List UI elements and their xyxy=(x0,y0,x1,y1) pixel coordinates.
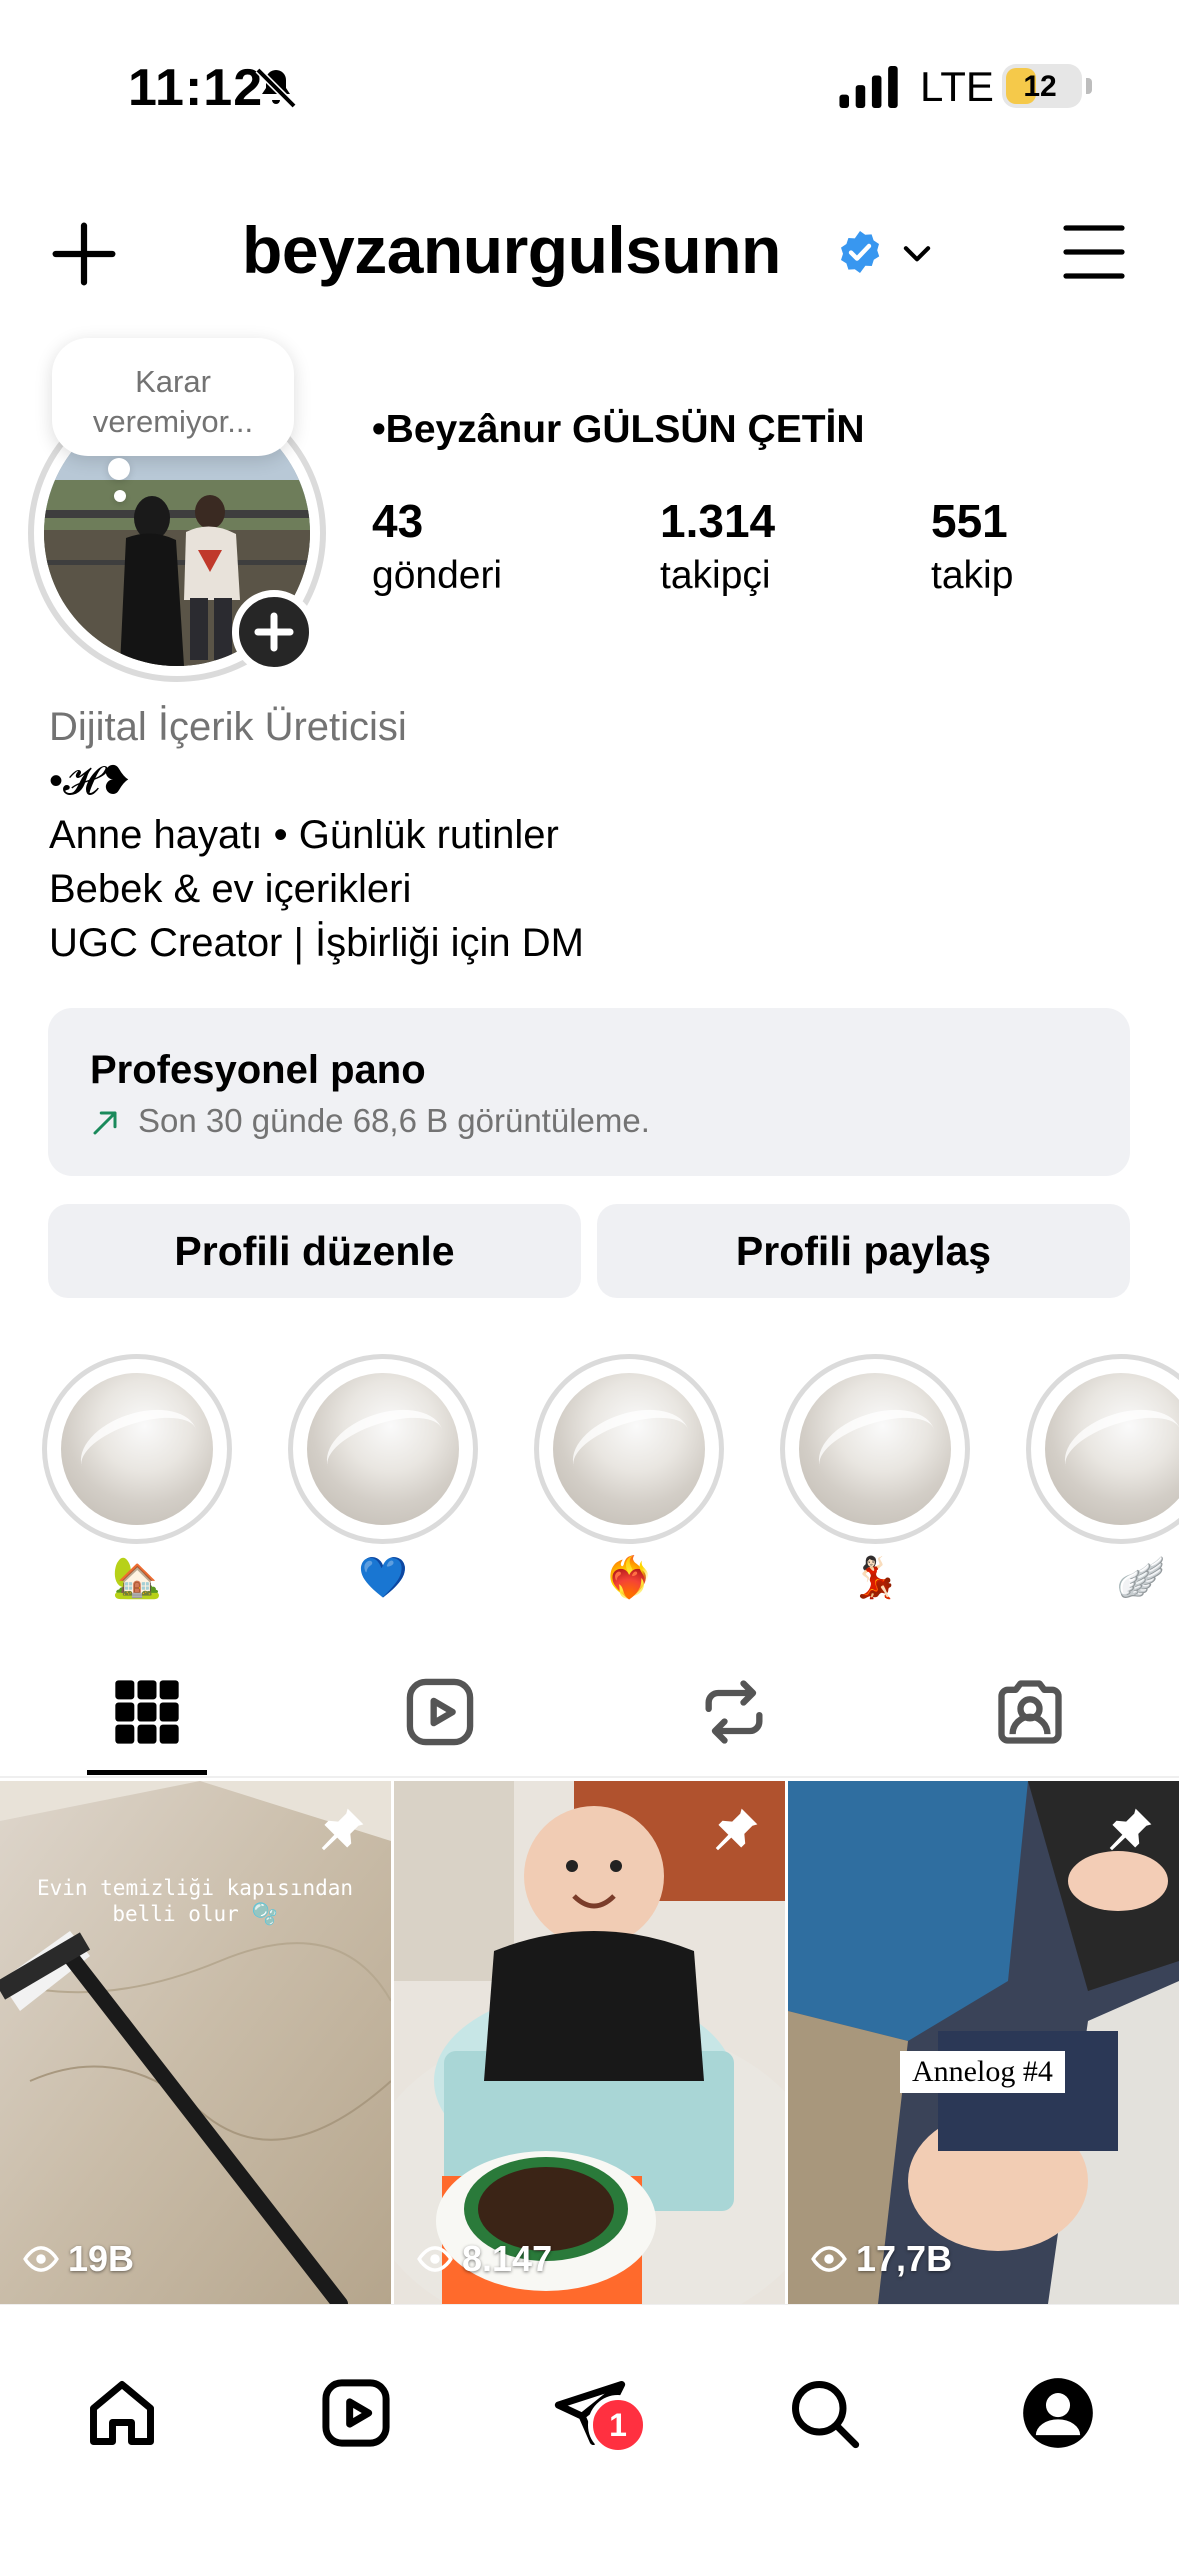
views-eye-icon xyxy=(417,2246,453,2272)
highlight-ring xyxy=(780,1354,970,1544)
highlight-ring xyxy=(534,1354,724,1544)
highlight-cover xyxy=(1045,1373,1179,1525)
plus-icon xyxy=(254,612,294,652)
stat-posts-label: gönderi xyxy=(372,554,503,597)
network-type: LTE xyxy=(920,63,994,110)
stat-followers[interactable]: 1.314 takipçi xyxy=(660,494,775,598)
highlight-label: 🪽 xyxy=(1116,1556,1166,1600)
views-eye-icon xyxy=(23,2246,59,2272)
highlight-cover xyxy=(799,1373,951,1525)
dashboard-title: Profesyonel pano xyxy=(90,1048,426,1092)
post-views-count: 19B xyxy=(68,2238,135,2279)
notification-badge: 1 xyxy=(588,2395,648,2455)
bio-line: •𝓗❥ xyxy=(49,759,133,803)
stat-following-value: 551 xyxy=(931,495,1008,547)
note-bubble-tail xyxy=(108,458,130,480)
pin-icon xyxy=(321,1808,364,1851)
battery-tip xyxy=(1086,78,1092,94)
highlight-ring xyxy=(42,1354,232,1544)
share-profile-button[interactable]: Profili paylaş xyxy=(597,1204,1130,1298)
chevron-down-icon[interactable] xyxy=(898,234,936,272)
stat-following-label: takip xyxy=(931,554,1014,597)
highlight-label: 🏡 xyxy=(112,1556,162,1600)
views-eye-icon xyxy=(811,2246,847,2272)
post-views-count: 8.147 xyxy=(462,2238,553,2279)
stat-followers-value: 1.314 xyxy=(660,495,776,547)
highlight-item[interactable]: 💙 xyxy=(288,1354,478,1601)
status-bar: 11:12 LTE 12 xyxy=(0,0,1179,150)
create-plus-icon[interactable] xyxy=(50,220,118,288)
reels-icon[interactable] xyxy=(318,2375,394,2451)
note-bubble[interactable]: Karar veremiyor... xyxy=(52,338,294,456)
tagged-tab-icon[interactable] xyxy=(992,1674,1068,1750)
stat-followers-label: takipçi xyxy=(660,554,771,597)
profile-icon[interactable] xyxy=(1020,2375,1096,2451)
note-bubble-tail-small xyxy=(114,490,126,502)
trend-up-arrow-icon xyxy=(93,1111,117,1135)
home-icon[interactable] xyxy=(84,2375,160,2451)
edit-profile-button[interactable]: Profili düzenle xyxy=(48,1204,581,1298)
post-image xyxy=(788,1781,1179,2304)
reposts-tab-icon[interactable] xyxy=(696,1674,772,1750)
pin-icon xyxy=(1109,1808,1152,1851)
search-icon[interactable] xyxy=(786,2375,862,2451)
highlight-label: ❤️‍🔥 xyxy=(604,1556,654,1600)
post-views: 19B xyxy=(22,2238,134,2280)
bio-line: Anne hayatı • Günlük rutinler xyxy=(49,813,559,857)
post-views: 17,7B xyxy=(810,2238,952,2280)
stat-posts[interactable]: 43 gönderi xyxy=(372,494,502,598)
verified-badge-icon xyxy=(841,231,880,273)
profile-bio: Dijital İçerik Üreticisi •𝓗❥ Anne hayatı… xyxy=(49,700,584,970)
post-overlay-text: Evin temizliği kapısından belli olur 🫧 xyxy=(36,1876,354,1926)
battery-level: 12 xyxy=(1023,70,1057,103)
bell-muted-icon xyxy=(255,67,297,109)
active-tab-indicator xyxy=(87,1770,207,1775)
post-image xyxy=(394,1781,785,2304)
dashboard-subtitle: Son 30 günde 68,6 B görüntüleme. xyxy=(138,1102,650,1139)
post-thumbnail[interactable]: 8.147 xyxy=(394,1781,785,2304)
highlight-cover xyxy=(61,1373,213,1525)
post-image xyxy=(0,1781,391,2304)
stat-following[interactable]: 551 takip xyxy=(931,494,1013,598)
highlight-ring xyxy=(1026,1354,1179,1544)
post-views: 8.147 xyxy=(416,2238,552,2280)
professional-dashboard[interactable]: Profesyonel pano Son 30 günde 68,6 B gör… xyxy=(48,1008,1130,1176)
highlight-ring xyxy=(288,1354,478,1544)
profile-full-name: •Beyzânur GÜLSÜN ÇETİN xyxy=(372,408,865,451)
profile-category: Dijital İçerik Üreticisi xyxy=(49,705,407,749)
bottom-nav: 1 xyxy=(0,2304,1179,2556)
highlight-label: 💃🏻 xyxy=(850,1556,900,1600)
highlight-item[interactable]: 💃🏻 xyxy=(780,1354,970,1601)
reels-tab-icon[interactable] xyxy=(402,1674,478,1750)
highlight-item[interactable]: ❤️‍🔥 xyxy=(534,1354,724,1601)
stat-posts-value: 43 xyxy=(372,495,424,547)
add-story-button[interactable] xyxy=(232,590,316,674)
post-overlay-text: Annelog #4 xyxy=(900,2051,1065,2093)
highlight-label: 💙 xyxy=(358,1556,408,1600)
bio-line: Bebek & ev içerikleri xyxy=(49,867,412,911)
pin-icon xyxy=(715,1808,758,1851)
tab-divider xyxy=(0,1776,1179,1778)
highlight-item[interactable]: 🏡 xyxy=(42,1354,232,1601)
highlight-item[interactable]: 🪽 xyxy=(1026,1354,1179,1601)
post-thumbnail[interactable]: Evin temizliği kapısından belli olur 🫧 1… xyxy=(0,1781,391,2304)
highlight-cover xyxy=(307,1373,459,1525)
battery-icon: 12 xyxy=(1002,64,1082,108)
signal-icon xyxy=(839,66,898,108)
bio-line: UGC Creator | İşbirliği için DM xyxy=(49,921,584,965)
grid-tab-icon[interactable] xyxy=(109,1674,185,1750)
profile-username[interactable]: beyzanurgulsunn xyxy=(242,212,781,288)
highlight-cover xyxy=(553,1373,705,1525)
post-views-count: 17,7B xyxy=(856,2238,953,2279)
menu-icon[interactable] xyxy=(1062,222,1126,282)
status-time: 11:12 xyxy=(128,59,264,117)
post-thumbnail[interactable]: Annelog #4 17,7B xyxy=(788,1781,1179,2304)
